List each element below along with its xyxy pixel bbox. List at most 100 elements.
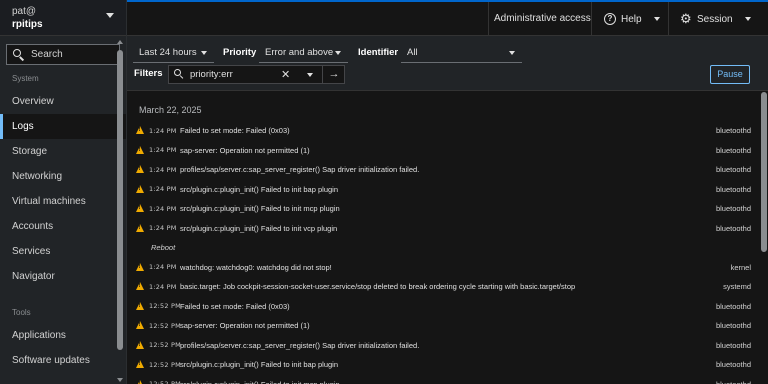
log-message: src/plugin.c:plugin_init() Failed to ini… <box>180 184 339 194</box>
chevron-down-icon <box>653 17 660 21</box>
log-message: src/plugin.c:plugin_init() Failed to ini… <box>180 204 340 214</box>
identifier-select[interactable]: All <box>401 43 522 63</box>
log-entry[interactable]: 1:24 PMFailed to set mode: Failed (0x03)… <box>127 121 752 141</box>
chevron-down-icon <box>335 51 341 55</box>
scroll-down-icon[interactable] <box>117 378 123 382</box>
log-entry[interactable]: 1:24 PMsrc/plugin.c:plugin_init() Failed… <box>127 180 752 200</box>
warning-icon <box>136 223 144 232</box>
log-time: 1:24 PM <box>149 146 177 155</box>
warning-icon <box>136 360 144 368</box>
sidebar-item-applications[interactable]: Applications <box>0 323 126 348</box>
log-entry[interactable]: 12:52 PMsap-server: Operation not permit… <box>127 316 752 336</box>
warning-icon <box>136 301 144 310</box>
host-switcher[interactable]: pat@ rpitips <box>0 0 126 36</box>
log-entry[interactable]: 1:24 PMwatchdog: watchdog0: watchdog did… <box>127 258 752 278</box>
warning-icon <box>136 145 144 154</box>
log-entry[interactable]: 12:52 PMsrc/plugin.c:plugin_init() Faile… <box>127 355 752 375</box>
time-range-select[interactable]: Last 24 hours <box>133 43 214 63</box>
log-message: Failed to set mode: Failed (0x03) <box>180 126 290 136</box>
log-time: 12:52 PM <box>149 302 181 311</box>
sidebar-item-virtual-machines[interactable]: Virtual machines <box>0 189 126 214</box>
identifier-label: Identifier <box>358 47 399 58</box>
chevron-down-icon[interactable] <box>307 73 313 77</box>
log-message: src/plugin.c:plugin_init() Failed to ini… <box>180 360 339 370</box>
log-service: systemd <box>723 282 751 292</box>
scrollbar-thumb[interactable] <box>761 92 767 252</box>
main-scrollbar[interactable] <box>760 92 768 384</box>
log-entry[interactable]: 1:24 PMsrc/plugin.c:plugin_init() Failed… <box>127 199 752 219</box>
log-entry[interactable]: 1:24 PMprofiles/sap/server.c:sap_server_… <box>127 160 752 180</box>
warning-icon <box>136 321 144 329</box>
sidebar-item-services[interactable]: Services <box>0 239 126 264</box>
log-entry[interactable]: 1:24 PMbasic.target: Job cockpit-session… <box>127 277 752 297</box>
chevron-down-icon <box>509 51 515 55</box>
log-message: profiles/sap/server.c:sap_server_registe… <box>180 165 420 175</box>
log-time: 1:24 PM <box>149 165 177 174</box>
sidebar-scrollbar[interactable] <box>117 40 123 384</box>
help-button[interactable]: ? Help <box>604 2 660 36</box>
administrative-access-button[interactable]: Administrative access <box>494 2 591 36</box>
pause-button[interactable]: Pause <box>710 65 750 84</box>
log-message: profiles/sap/server.c:sap_server_registe… <box>180 340 420 350</box>
priority-label: Priority <box>223 47 257 58</box>
priority-select[interactable]: Error and above <box>259 43 348 63</box>
log-list: March 22, 2025 1:24 PMFailed to set mode… <box>127 92 752 384</box>
warning-icon <box>136 379 144 384</box>
log-entry[interactable]: 12:52 PMsrc/plugin.c:plugin_init() Faile… <box>127 375 752 384</box>
log-entry[interactable]: 12:52 PMFailed to set mode: Failed (0x03… <box>127 297 752 317</box>
log-message: src/plugin.c:plugin_init() Failed to ini… <box>180 223 338 233</box>
warning-icon <box>136 165 144 173</box>
chevron-down-icon <box>106 13 114 18</box>
warning-icon <box>136 282 144 290</box>
filter-input[interactable]: priority:err ✕ → <box>168 65 345 84</box>
log-time: 1:24 PM <box>149 263 177 272</box>
session-button[interactable]: ⚙ Session <box>680 2 751 36</box>
session-label: Session <box>697 13 733 25</box>
reboot-separator: Reboot <box>127 238 752 258</box>
log-time: 12:52 PM <box>149 360 181 369</box>
gear-icon: ⚙ <box>680 11 692 26</box>
sidebar-item-accounts[interactable]: Accounts <box>0 214 126 239</box>
time-range-value: Last 24 hours <box>139 47 197 58</box>
log-service: bluetoothd <box>715 184 751 194</box>
log-entry[interactable]: 1:24 PMsrc/plugin.c:plugin_init() Failed… <box>127 219 752 239</box>
log-service: bluetoothd <box>715 223 751 233</box>
sidebar-item-storage[interactable]: Storage <box>0 139 126 164</box>
sidebar-item-overview[interactable]: Overview <box>0 89 126 114</box>
log-service: bluetoothd <box>716 380 751 384</box>
sidebar-item-software-updates[interactable]: Software updates <box>0 348 126 373</box>
identifier-value: All <box>407 47 418 58</box>
log-time: 1:24 PM <box>149 282 177 291</box>
clear-icon[interactable]: ✕ <box>281 68 290 81</box>
log-time: 1:24 PM <box>149 224 177 233</box>
log-service: bluetoothd <box>715 360 751 370</box>
warning-icon <box>136 262 144 271</box>
top-bar: Administrative access ? Help ⚙ Session <box>127 0 768 36</box>
scrollbar-thumb[interactable] <box>117 50 123 350</box>
logs-toolbar: Last 24 hours Priority Error and above I… <box>127 36 768 91</box>
log-message: src/plugin.c:plugin_init() Failed to ini… <box>180 380 340 384</box>
arrow-right-icon[interactable]: → <box>322 66 345 83</box>
search-icon <box>13 48 25 61</box>
log-time: 1:24 PM <box>149 126 177 135</box>
search-input[interactable]: Search <box>6 44 120 65</box>
log-time: 12:52 PM <box>149 321 181 330</box>
scroll-up-icon[interactable] <box>117 40 123 44</box>
log-service: kernel <box>730 262 751 272</box>
section-system: System <box>12 74 39 83</box>
sidebar-item-logs[interactable]: Logs <box>0 114 126 139</box>
log-service: bluetoothd <box>715 340 751 350</box>
log-entry[interactable]: 1:24 PMsap-server: Operation not permitt… <box>127 141 752 161</box>
log-message: sap-server: Operation not permitted (1) <box>180 145 310 155</box>
reboot-label: Reboot <box>151 243 176 253</box>
log-message: watchdog: watchdog0: watchdog did not st… <box>180 262 332 272</box>
sidebar-item-networking[interactable]: Networking <box>0 164 126 189</box>
search-placeholder: Search <box>31 49 63 60</box>
sidebar: pat@ rpitips Search System Overview Logs… <box>0 0 127 384</box>
sidebar-item-navigator[interactable]: Navigator <box>0 264 126 289</box>
log-entry[interactable]: 12:52 PMprofiles/sap/server.c:sap_server… <box>127 336 752 356</box>
help-label: Help <box>621 13 642 25</box>
log-service: bluetoothd <box>715 301 751 311</box>
log-service: bluetoothd <box>715 321 751 331</box>
log-message: Failed to set mode: Failed (0x03) <box>180 301 290 311</box>
